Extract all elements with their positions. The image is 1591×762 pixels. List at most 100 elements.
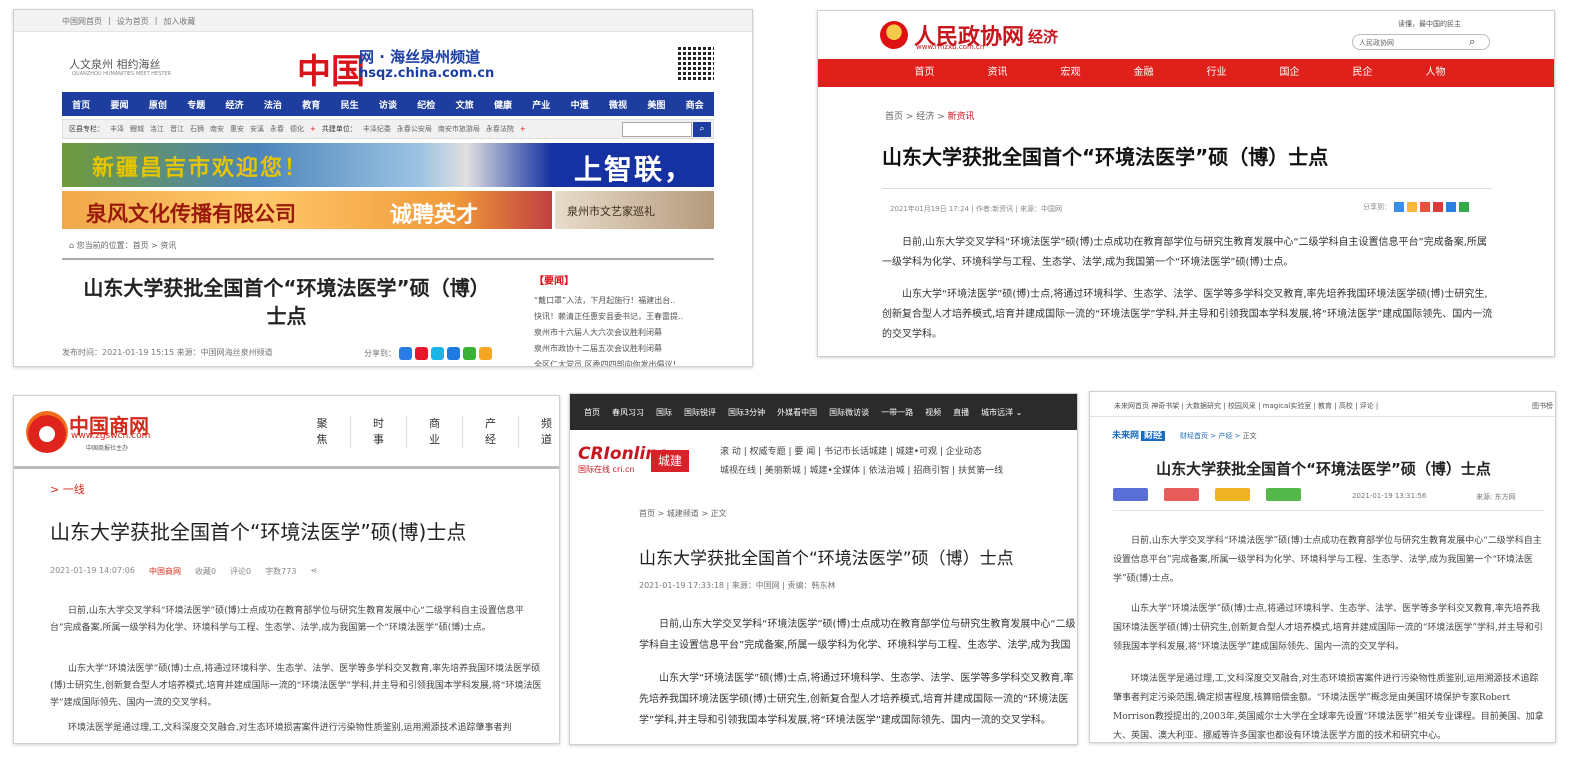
nav-item[interactable]: 经济 (226, 98, 244, 111)
share-icon[interactable]: ⋖ (310, 566, 317, 577)
report-button[interactable] (1113, 488, 1148, 501)
nav-item[interactable]: 专题 (187, 98, 205, 111)
partner-link[interactable]: 南安市旅游局 (438, 124, 480, 134)
nav-item[interactable]: 聚焦 (294, 416, 350, 448)
nav-item[interactable]: 要闻 (111, 98, 129, 111)
county-link[interactable]: 南安 (210, 124, 224, 134)
breadcrumb-links[interactable]: 首页 > 经济 > (885, 112, 948, 122)
sidebar-news-link[interactable]: 泉州市十六届人大六次会议胜利闭幕 (534, 325, 724, 341)
banner-ad[interactable]: 泉风文化传播有限公司 诚聘英才 (62, 191, 552, 229)
county-link[interactable]: 安溪 (250, 124, 264, 134)
nav-item[interactable]: 资讯 (961, 59, 1034, 87)
breadcrumb[interactable]: 首页 > 城建频道 > 正文 (639, 508, 727, 519)
nav-item[interactable]: 一带一路 (875, 407, 919, 418)
county-link[interactable]: 洛江 (150, 124, 164, 134)
nav-item[interactable]: 法治 (264, 98, 282, 111)
sidebar-news-link[interactable]: 全区仁大党员 区委四四部向你发出倡议！ (534, 357, 724, 366)
share-icon[interactable] (1459, 202, 1469, 212)
renren-share-icon[interactable] (447, 347, 460, 360)
nav-item[interactable]: 民生 (341, 98, 359, 111)
nav-item[interactable]: 国际3分钟 (722, 407, 771, 418)
link-bookmark[interactable]: 加入收藏 (163, 16, 195, 31)
qq-share-icon[interactable] (479, 347, 492, 360)
nav-item[interactable]: 美图 (647, 98, 665, 111)
site-logo[interactable]: 未来网 财经 (1112, 428, 1166, 441)
nav-item[interactable]: 宏观 (1034, 59, 1107, 87)
nav-item[interactable]: 行业 (1180, 59, 1253, 87)
nav-item[interactable]: 视频 (919, 407, 947, 418)
comment-count[interactable]: 评论0 (230, 566, 251, 577)
partner-link[interactable]: 永春公安局 (397, 124, 432, 134)
nav-item-dropdown[interactable]: 城市远洋 ⌄ (975, 407, 1028, 418)
county-link[interactable]: 鲤城 (130, 124, 144, 134)
sidebar-news-link[interactable]: 快讯！赖清正任惠安县委书记，王春雷提.. (534, 309, 724, 325)
nav-item[interactable]: 直播 (947, 407, 975, 418)
favorite-star-icon[interactable] (1215, 488, 1250, 501)
share-icon[interactable] (1446, 202, 1456, 212)
nav-item[interactable]: 健康 (494, 98, 512, 111)
nav-item[interactable]: 微视 (609, 98, 627, 111)
nav-item[interactable]: 产经 (462, 416, 518, 448)
qzone-share-icon[interactable] (399, 347, 412, 360)
wechat-share-icon[interactable] (463, 347, 476, 360)
link-home[interactable]: 中国网首页 (62, 16, 102, 31)
nav-item[interactable]: 国际锐评 (678, 407, 722, 418)
nav-item[interactable]: 文旅 (456, 98, 474, 111)
weibo-share-icon[interactable] (1164, 488, 1199, 501)
county-link[interactable]: 永春 (270, 124, 284, 134)
channel-badge[interactable]: 城建 (651, 450, 689, 472)
nav-item[interactable]: 商会 (686, 98, 704, 111)
nav-item[interactable]: 原创 (149, 98, 167, 111)
top-link-right[interactable]: 图书榜 (1532, 401, 1553, 411)
weibo-share-icon[interactable] (415, 347, 428, 360)
nav-item[interactable]: 人物 (1399, 59, 1472, 87)
channel-nav[interactable]: 滚 动 | 权威专题 | 要 闻 | 书记市长话城建 | 城建•可观 | 企业动… (720, 444, 982, 457)
nav-item[interactable]: 首页 (888, 59, 961, 87)
nav-item[interactable]: 民企 (1326, 59, 1399, 87)
search-icon[interactable]: ⌕ (693, 122, 711, 137)
county-link[interactable]: 德化 (290, 124, 304, 134)
banner-ad[interactable]: 新疆昌吉市欢迎您！ 上智联， (62, 143, 714, 187)
county-link[interactable]: 惠安 (230, 124, 244, 134)
share-icon[interactable] (1407, 202, 1417, 212)
county-link[interactable]: 晋江 (170, 124, 184, 134)
category-tag[interactable]: > 一线 (50, 481, 85, 497)
county-link[interactable]: 丰泽 (110, 124, 124, 134)
top-links[interactable]: 未来网首页 神奇书架 | 大数据研究 | 校园风采 | magical实验室 |… (1114, 401, 1378, 411)
nav-item[interactable]: 商业 (406, 416, 462, 448)
favorite-count[interactable]: 收藏0 (195, 566, 216, 577)
nav-item[interactable]: 金融 (1107, 59, 1180, 87)
nav-item[interactable]: 春风习习 (606, 407, 650, 418)
meta-source[interactable]: 中国商网 (149, 566, 181, 577)
nav-item[interactable]: 纪检 (417, 98, 435, 111)
site-logo[interactable]: 中国 (297, 44, 365, 93)
sidebar-news-link[interactable]: “戴口罩”入法，下月起施行！福建出台.. (534, 293, 724, 309)
channel-nav[interactable]: 城视在线 | 美丽新城 | 城建•全媒体 | 依法治城 | 招商引智 | 扶贫第… (720, 463, 1003, 476)
nav-item[interactable]: 国企 (1253, 59, 1326, 87)
link-set-home[interactable]: 设为首页 (117, 16, 149, 31)
sidebar-news-link[interactable]: 泉州市政协十二届五次会议胜利闭幕 (534, 341, 724, 357)
nav-item[interactable]: 国际 (650, 407, 678, 418)
share-icon[interactable] (1394, 202, 1404, 212)
nav-item[interactable]: 产业 (532, 98, 550, 111)
nav-item[interactable]: 首页 (578, 407, 606, 418)
nav-item[interactable]: 首页 (72, 98, 90, 111)
partner-link[interactable]: 永春法院 (486, 124, 514, 134)
nav-item[interactable]: 时事 (350, 416, 406, 448)
search-input[interactable] (622, 122, 692, 137)
banner-ad[interactable]: 泉州市文艺家巡礼 (555, 191, 714, 229)
wechat-share-icon[interactable] (1266, 488, 1301, 501)
breadcrumb-links[interactable]: 财经首页 > 产经 > (1180, 432, 1243, 440)
nav-item[interactable]: 频道 (518, 416, 559, 448)
share-icon[interactable] (1433, 202, 1443, 212)
partner-link[interactable]: 丰泽纪委 (363, 124, 391, 134)
plus-icon[interactable]: + (310, 125, 316, 133)
search-icon[interactable]: ⌕ (1469, 35, 1475, 49)
county-link[interactable]: 石狮 (190, 124, 204, 134)
nav-item[interactable]: 外媒看中国 (771, 407, 823, 418)
breadcrumb-current[interactable]: 新资讯 (948, 112, 975, 122)
nav-item[interactable]: 访谈 (379, 98, 397, 111)
nav-item[interactable]: 国际微访谈 (823, 407, 875, 418)
nav-item[interactable]: 教育 (302, 98, 320, 111)
pinterest-share-icon[interactable] (431, 347, 444, 360)
